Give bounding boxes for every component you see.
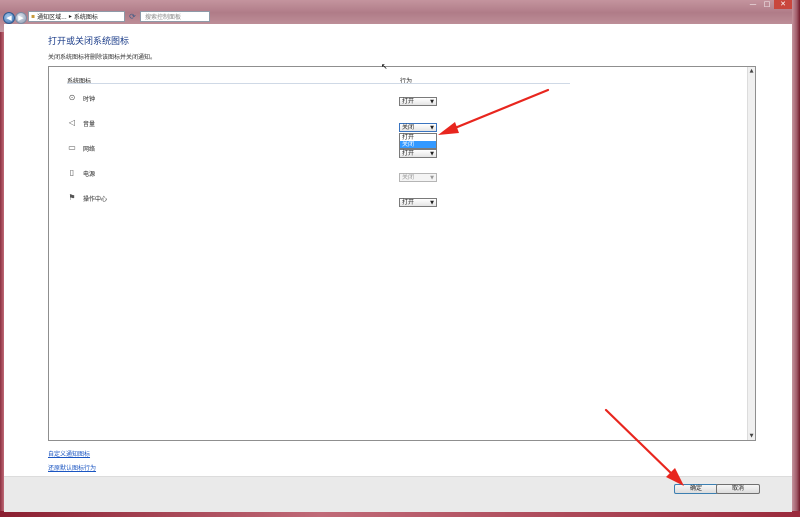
- chevron-down-icon: ▼: [430, 200, 434, 206]
- ok-button[interactable]: 确定: [674, 484, 718, 494]
- cancel-button[interactable]: 取消: [716, 484, 760, 494]
- breadcrumb-item[interactable]: 通知区域...: [37, 12, 67, 21]
- chevron-down-icon: ▼: [430, 175, 434, 181]
- icon-row-power: ▯ 电源: [67, 166, 95, 180]
- restore-default-icons-link[interactable]: 还原默认图标行为: [48, 463, 96, 472]
- behavior-select-power: 关闭 ▼: [399, 173, 437, 182]
- search-input[interactable]: 搜索控制面板: [140, 11, 210, 22]
- system-icons-panel: 系统图标 行为 ⊙ 时钟 ◁ 音量 ▭ 网络 ▯ 电源 ⚑ 操作中心 打开 ▼ …: [48, 66, 756, 441]
- icon-row-action-center: ⚑ 操作中心: [67, 191, 107, 205]
- refresh-icon[interactable]: ⟳: [127, 11, 138, 22]
- icon-row-clock: ⊙ 时钟: [67, 91, 95, 105]
- power-icon: ▯: [69, 168, 75, 177]
- behavior-select-network[interactable]: 打开 ▼: [399, 149, 437, 158]
- scroll-down-arrow-icon[interactable]: ▼: [748, 432, 755, 440]
- customize-notification-icons-link[interactable]: 自定义通知图标: [48, 449, 90, 458]
- scroll-up-arrow-icon[interactable]: ▲: [748, 67, 755, 75]
- header-divider: [67, 83, 570, 84]
- vertical-scrollbar[interactable]: ▲ ▼: [747, 67, 755, 440]
- search-placeholder: 搜索控制面板: [145, 14, 182, 21]
- chevron-down-icon: ▼: [430, 125, 434, 131]
- row-label: 电源: [83, 170, 96, 178]
- speaker-icon: ◁: [68, 118, 76, 127]
- close-button[interactable]: ✕: [774, 0, 792, 9]
- network-icon: ▭: [68, 143, 76, 152]
- behavior-select-action-center[interactable]: 打开 ▼: [399, 198, 437, 207]
- page-description: 关闭系统图标将删除该图标并关闭通知。: [48, 54, 157, 61]
- icon-row-network: ▭ 网络: [67, 141, 95, 155]
- row-label: 时钟: [83, 95, 96, 103]
- select-value: 关闭: [402, 124, 415, 131]
- address-bar[interactable]: ▪ 通知区域... ▸ 系统图标: [28, 11, 125, 22]
- mouse-pointer-icon: ↖: [381, 62, 388, 71]
- window-frame-right: [792, 0, 800, 517]
- row-label: 网络: [83, 145, 96, 153]
- behavior-dropdown-list: 打开 关闭: [399, 133, 437, 149]
- behavior-select-clock[interactable]: 打开 ▼: [399, 97, 437, 106]
- select-value: 打开: [402, 150, 415, 157]
- select-value: 打开: [402, 199, 415, 206]
- chevron-down-icon: ▼: [430, 99, 434, 105]
- select-value: 打开: [402, 98, 415, 105]
- footer-bar: [4, 476, 792, 512]
- folder-icon: ▪: [31, 13, 36, 20]
- maximize-button[interactable]: □: [760, 0, 774, 9]
- dropdown-option-off[interactable]: 关闭: [400, 141, 436, 148]
- window-controls: — □ ✕: [746, 0, 792, 9]
- forward-arrow-icon[interactable]: ▶: [15, 12, 27, 24]
- back-arrow-icon[interactable]: ◀: [3, 12, 15, 24]
- chevron-down-icon: ▼: [430, 151, 434, 157]
- row-label: 操作中心: [83, 195, 108, 203]
- dropdown-option-on[interactable]: 打开: [400, 134, 436, 141]
- action-center-icon: ⚑: [68, 193, 76, 202]
- breadcrumb-item[interactable]: 系统图标: [74, 12, 98, 21]
- behavior-select-volume[interactable]: 关闭 ▼: [399, 123, 437, 132]
- minimize-button[interactable]: —: [746, 0, 760, 9]
- icon-row-volume: ◁ 音量: [67, 116, 95, 130]
- clock-icon: ⊙: [68, 93, 76, 102]
- breadcrumb-separator: ▸: [68, 13, 72, 20]
- row-label: 音量: [83, 120, 96, 128]
- page-title: 打开或关闭系统图标: [48, 37, 130, 47]
- select-value: 关闭: [402, 174, 415, 181]
